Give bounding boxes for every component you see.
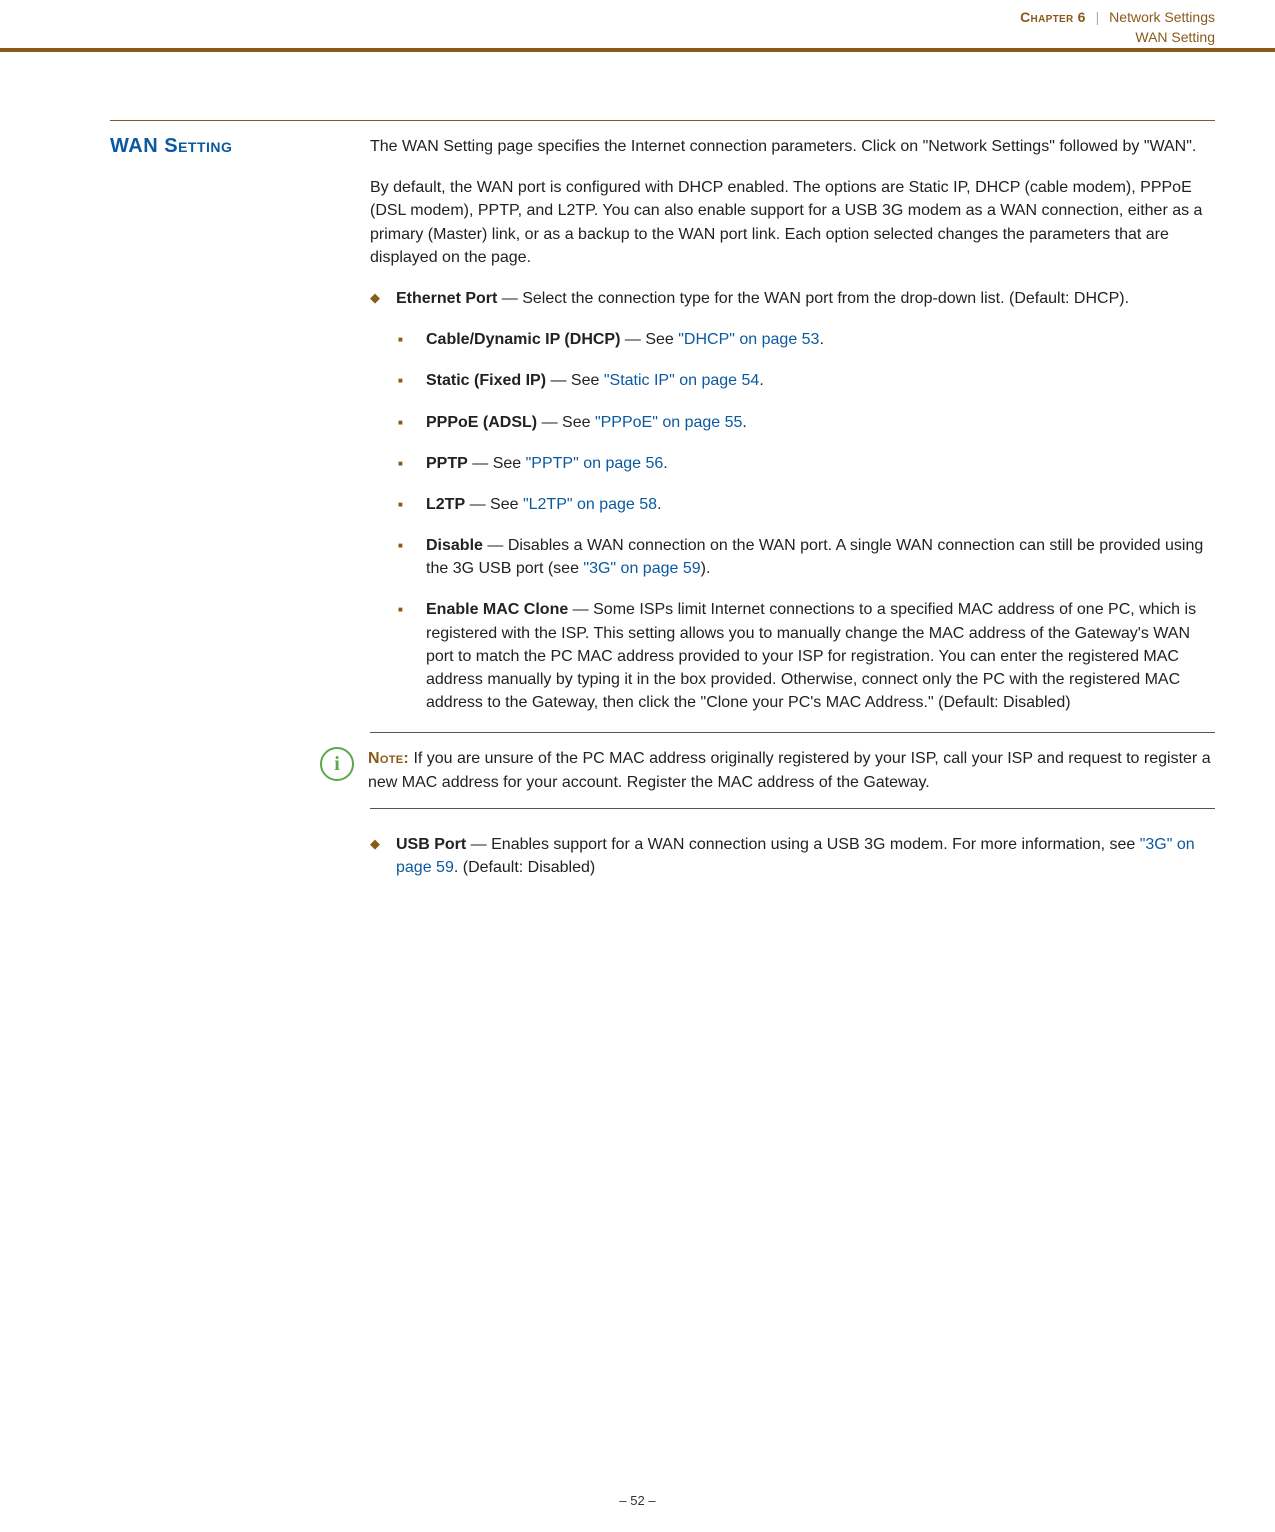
pppoe-see: — See bbox=[537, 414, 595, 431]
section-top-rule bbox=[110, 120, 1215, 121]
section-heading-rest: etting bbox=[178, 135, 232, 157]
dhcp-label: Cable/Dynamic IP (DHCP) bbox=[426, 331, 620, 348]
ethernet-port-label: Ethernet Port bbox=[396, 290, 497, 307]
bullet-usb-port: USB Port — Enables support for a WAN con… bbox=[370, 833, 1215, 879]
pptp-see: — See bbox=[468, 455, 526, 472]
bullet-l2tp: L2TP — See "L2TP" on page 58. bbox=[398, 493, 1215, 516]
breadcrumb-separator: | bbox=[1096, 9, 1100, 25]
page-header: Chapter 6 | Network Settings WAN Setting bbox=[0, 0, 1275, 60]
info-icon: i bbox=[320, 747, 354, 781]
usb-desc-2: . (Default: Disabled) bbox=[454, 859, 595, 876]
section-wan-setting: WAN Setting The WAN Setting page specifi… bbox=[110, 135, 1215, 897]
mac-label: Enable MAC Clone bbox=[426, 601, 568, 618]
bullet-static-ip: Static (Fixed IP) — See "Static IP" on p… bbox=[398, 369, 1215, 392]
disable-desc-1: — Disables a WAN connection on the WAN p… bbox=[426, 537, 1203, 577]
note-text: If you are unsure of the PC MAC address … bbox=[368, 750, 1211, 790]
usb-desc-1: — Enables support for a WAN connection u… bbox=[466, 836, 1139, 853]
pppoe-end: . bbox=[742, 414, 746, 431]
disable-link[interactable]: "3G" on page 59 bbox=[583, 560, 700, 577]
pptp-link[interactable]: "PPTP" on page 56 bbox=[526, 455, 664, 472]
dhcp-link[interactable]: "DHCP" on page 53 bbox=[678, 331, 819, 348]
header-rule bbox=[0, 48, 1275, 52]
static-end: . bbox=[759, 372, 763, 389]
static-label: Static (Fixed IP) bbox=[426, 372, 546, 389]
l2tp-link[interactable]: "L2TP" on page 58 bbox=[523, 496, 657, 513]
disable-label: Disable bbox=[426, 537, 483, 554]
ethernet-port-desc: — Select the connection type for the WAN… bbox=[497, 290, 1129, 307]
usb-label: USB Port bbox=[396, 836, 466, 853]
l2tp-see: — See bbox=[465, 496, 523, 513]
bullet-ethernet-port: Ethernet Port — Select the connection ty… bbox=[370, 287, 1215, 310]
bullet-pppoe: PPPoE (ADSL) — See "PPPoE" on page 55. bbox=[398, 411, 1215, 434]
bullet-mac-clone: Enable MAC Clone — Some ISPs limit Inter… bbox=[398, 598, 1215, 714]
breadcrumb-sub: WAN Setting bbox=[1020, 28, 1215, 48]
static-link[interactable]: "Static IP" on page 54 bbox=[604, 372, 759, 389]
pppoe-link[interactable]: "PPPoE" on page 55 bbox=[595, 414, 742, 431]
header-breadcrumb-block: Chapter 6 | Network Settings WAN Setting bbox=[1020, 8, 1215, 47]
pptp-label: PPTP bbox=[426, 455, 468, 472]
static-see: — See bbox=[546, 372, 604, 389]
page-number: – 52 – bbox=[619, 1493, 655, 1508]
note-body: Note: If you are unsure of the PC MAC ad… bbox=[368, 747, 1215, 793]
dhcp-end: . bbox=[819, 331, 823, 348]
section-heading-lead: WAN S bbox=[110, 135, 178, 157]
note-block: i Note: If you are unsure of the PC MAC … bbox=[370, 732, 1215, 808]
section-heading: WAN Setting bbox=[110, 135, 370, 158]
content: WAN Setting The WAN Setting page specifi… bbox=[110, 120, 1215, 897]
pptp-end: . bbox=[663, 455, 667, 472]
section-body: The WAN Setting page specifies the Inter… bbox=[370, 135, 1215, 897]
bullet-dhcp: Cable/Dynamic IP (DHCP) — See "DHCP" on … bbox=[398, 328, 1215, 351]
l2tp-end: . bbox=[657, 496, 661, 513]
breadcrumb-main: Network Settings bbox=[1109, 9, 1215, 25]
note-label: Note: bbox=[368, 750, 409, 767]
chapter-label: Chapter 6 bbox=[1020, 9, 1086, 25]
intro-paragraph-2: By default, the WAN port is configured w… bbox=[370, 176, 1215, 269]
l2tp-label: L2TP bbox=[426, 496, 465, 513]
disable-desc-2: ). bbox=[701, 560, 711, 577]
pppoe-label: PPPoE (ADSL) bbox=[426, 414, 537, 431]
dhcp-see: — See bbox=[620, 331, 678, 348]
intro-paragraph-1: The WAN Setting page specifies the Inter… bbox=[370, 135, 1215, 158]
bullet-pptp: PPTP — See "PPTP" on page 56. bbox=[398, 452, 1215, 475]
page-footer: – 52 – bbox=[0, 1493, 1275, 1508]
bullet-disable: Disable — Disables a WAN connection on t… bbox=[398, 534, 1215, 580]
page: Chapter 6 | Network Settings WAN Setting… bbox=[0, 0, 1275, 1532]
